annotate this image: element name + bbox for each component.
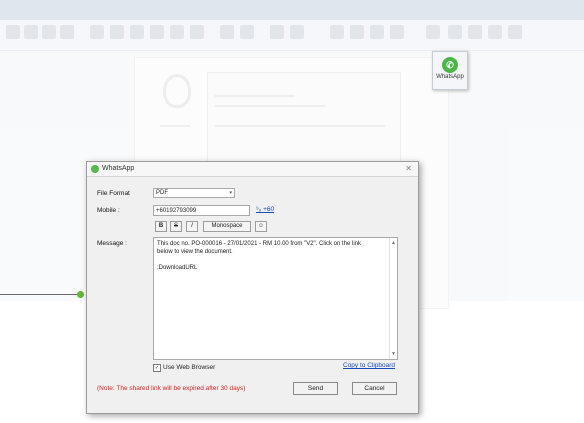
emoji-icon: ☺ xyxy=(257,223,265,229)
background-dialog xyxy=(207,72,401,174)
whatsapp-tile-button[interactable]: ✆ WhatsApp xyxy=(432,51,468,90)
message-label: Message : xyxy=(97,240,127,247)
message-scrollbar[interactable]: ▲ ▼ xyxy=(389,238,397,359)
connector-line xyxy=(0,294,80,295)
whatsapp-small-icon xyxy=(91,165,99,173)
background-ribbon xyxy=(0,20,584,51)
egg-logo-icon xyxy=(163,74,191,108)
whatsapp-tile-label: WhatsApp xyxy=(436,74,464,80)
strikethrough-button[interactable]: S xyxy=(170,221,182,232)
close-icon[interactable]: ✕ xyxy=(405,164,412,173)
background-titlebar xyxy=(0,0,584,20)
mobile-label: Mobile : xyxy=(97,207,120,214)
country-code-text: +60 xyxy=(263,206,275,213)
message-textarea[interactable]: This doc no. PO-000016 - 27/01/2021 - RM… xyxy=(153,237,398,360)
expiry-note: (Note: The shared link will be expired a… xyxy=(97,385,246,392)
file-format-select[interactable]: PDF ▾ xyxy=(153,188,235,198)
italic-button[interactable]: I xyxy=(186,221,198,232)
dialog-titlebar: WhatsApp ✕ xyxy=(87,162,418,177)
file-format-value: PDF xyxy=(156,190,168,196)
emoji-button[interactable]: ☺ xyxy=(255,221,267,232)
copy-to-clipboard-link[interactable]: Copy to Clipboard xyxy=(343,362,395,369)
use-web-browser-checkbox[interactable]: ✓ xyxy=(153,364,161,372)
monospace-button[interactable]: Monospace xyxy=(203,221,251,232)
background-line xyxy=(215,125,385,127)
message-line: :DownloadURL xyxy=(157,265,198,271)
send-button[interactable]: Send xyxy=(293,382,338,395)
mobile-input[interactable]: +60192793099 xyxy=(153,205,250,216)
cancel-button[interactable]: Cancel xyxy=(352,382,397,395)
message-line: This doc no. PO-000016 - 27/01/2021 - RM… xyxy=(157,241,362,247)
background-line xyxy=(160,125,190,127)
use-web-browser-label: Use Web Browser xyxy=(163,364,216,371)
dialog-title: WhatsApp xyxy=(102,165,135,172)
checkmark-icon: ✓ xyxy=(154,365,160,371)
background-line xyxy=(215,105,325,107)
file-format-label: File Format xyxy=(97,190,130,197)
mobile-value: +60192793099 xyxy=(156,208,197,214)
background-line xyxy=(215,95,295,97)
message-line xyxy=(157,256,390,264)
chevron-down-icon: ▾ xyxy=(229,190,232,196)
dial-code-icon: ⁹ₒ xyxy=(256,206,262,213)
bold-button[interactable]: B xyxy=(155,221,167,232)
scroll-down-icon: ▼ xyxy=(391,351,396,357)
country-code-link[interactable]: ⁹ₒ +60 xyxy=(256,206,274,213)
message-line: below to view the document. xyxy=(157,249,233,255)
whatsapp-icon: ✆ xyxy=(442,57,458,73)
scroll-up-icon: ▲ xyxy=(391,240,396,246)
connector-dot xyxy=(77,291,84,298)
